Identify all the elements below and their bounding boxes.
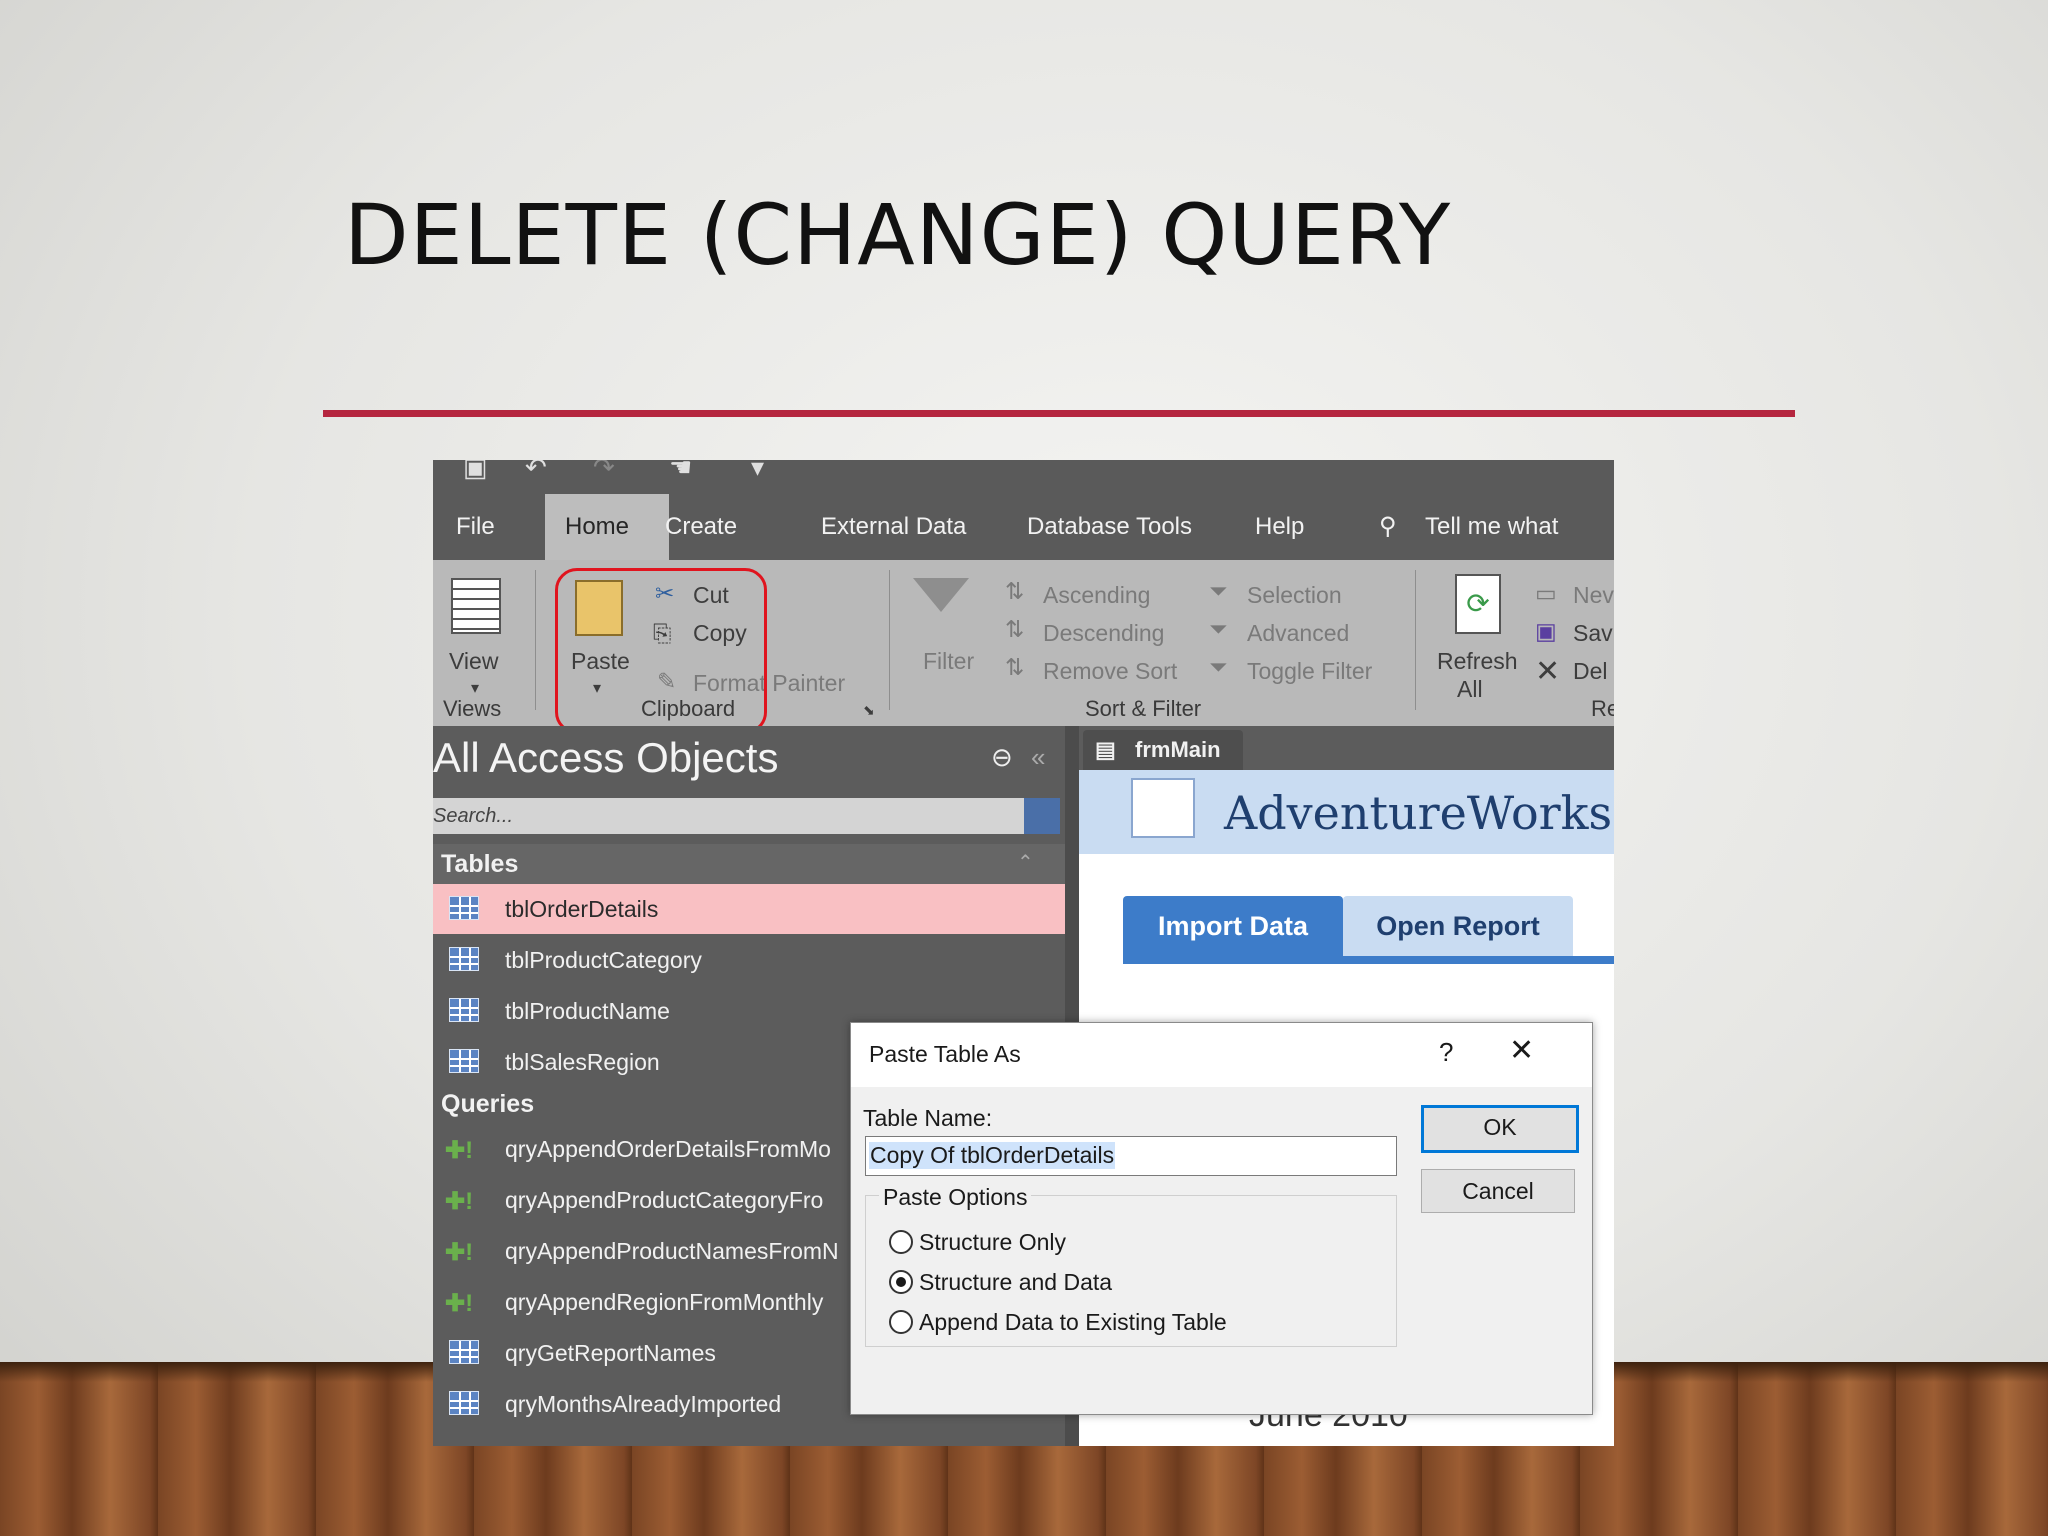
records-group-label: Re xyxy=(1591,696,1614,721)
quick-access-toolbar: ▣ ↶ ↷ ☚ ▾ xyxy=(433,460,1614,494)
sort-ascending-icon: ⇅ xyxy=(1005,578,1025,604)
redo-icon[interactable]: ↷ xyxy=(593,460,615,483)
view-dropdown-icon[interactable]: ▾ xyxy=(471,678,479,698)
search-icon[interactable] xyxy=(1024,798,1060,834)
selection-icon: ⏷ xyxy=(1209,578,1228,604)
collapse-group-icon[interactable]: ⌃ xyxy=(1017,850,1034,875)
form-icon: ▤ xyxy=(1095,737,1116,762)
cancel-button[interactable]: Cancel xyxy=(1421,1169,1575,1213)
tab-frmMain[interactable]: ▤ frmMain xyxy=(1083,730,1243,770)
refresh-icon[interactable]: ⟳ xyxy=(1455,574,1501,634)
tab-underline xyxy=(1123,956,1614,964)
toggle-filter-button[interactable]: Toggle Filter xyxy=(1247,658,1372,685)
table-name-label: Table Name: xyxy=(863,1105,993,1131)
view-icon[interactable] xyxy=(451,578,501,634)
select-query-icon xyxy=(449,1391,479,1415)
new-record-icon: ▭ xyxy=(1535,580,1557,606)
nav-search-input[interactable]: Search... xyxy=(433,798,1024,834)
append-query-icon: ✚! xyxy=(445,1188,474,1215)
radio-label[interactable]: Append Data to Existing Table xyxy=(919,1309,1227,1336)
tab-help[interactable]: Help xyxy=(1235,494,1324,560)
delete-icon: ✕ xyxy=(1535,655,1561,688)
dialog-titlebar: Paste Table As ? ✕ xyxy=(851,1023,1592,1087)
filter-icon[interactable] xyxy=(913,578,969,612)
toggle-filter-icon: ⏷ xyxy=(1209,654,1228,680)
form-logo-icon xyxy=(1131,778,1195,838)
customize-toolbar-icon[interactable]: ▾ xyxy=(751,460,764,483)
refresh-all-label[interactable]: All xyxy=(1457,676,1483,703)
nav-pane-title: All Access Objects xyxy=(433,734,779,781)
tab-import-data[interactable]: Import Data xyxy=(1123,896,1343,956)
table-icon xyxy=(449,896,479,920)
sort-filter-group-label: Sort & Filter xyxy=(1085,696,1202,721)
radio-structure-and-data[interactable] xyxy=(889,1270,913,1294)
tables-section-header[interactable]: Tables ⌃ xyxy=(433,844,1065,884)
radio-label[interactable]: Structure and Data xyxy=(919,1269,1112,1296)
highlight-circle xyxy=(555,568,767,734)
append-query-icon: ✚! xyxy=(445,1239,474,1266)
nav-item-tblOrderDetails[interactable]: tblOrderDetails xyxy=(433,884,1065,934)
paste-options-label: Paste Options xyxy=(879,1184,1032,1211)
help-button[interactable]: ? xyxy=(1439,1037,1453,1068)
tab-file[interactable]: File xyxy=(436,494,515,560)
remove-sort-button[interactable]: Remove Sort xyxy=(1043,658,1177,685)
queries-section-header[interactable]: Queries xyxy=(441,1090,534,1119)
remove-sort-icon: ⇅ xyxy=(1005,654,1025,680)
ascending-button[interactable]: Ascending xyxy=(1043,582,1150,609)
refresh-button[interactable]: Refresh xyxy=(1437,648,1518,675)
dialog-title: Paste Table As xyxy=(869,1041,1021,1067)
append-query-icon: ✚! xyxy=(445,1137,474,1164)
tables-header-label: Tables xyxy=(441,850,519,878)
append-query-icon: ✚! xyxy=(445,1290,474,1317)
selection-button[interactable]: Selection xyxy=(1247,582,1342,609)
ribbon: View ▾ Views Paste ▾ ✂ Cut ⎘ Copy ✎ Form… xyxy=(433,560,1614,734)
tell-me-box[interactable]: Tell me what you xyxy=(1405,494,1614,606)
delete-record-button[interactable]: Del xyxy=(1573,658,1608,685)
radio-structure-only[interactable] xyxy=(889,1230,913,1254)
slide-title: DELETE (CHANGE) QUERY xyxy=(344,186,1452,284)
save-record-button[interactable]: Sav xyxy=(1573,620,1613,647)
table-icon xyxy=(449,947,479,971)
form-title: AdventureWorks xyxy=(1224,786,1613,840)
advanced-filter-icon: ⏷ xyxy=(1209,616,1228,642)
separator xyxy=(889,570,890,710)
save-record-icon: ▣ xyxy=(1535,618,1557,644)
save-icon[interactable]: ▣ xyxy=(463,460,488,483)
table-name-input[interactable]: Copy Of tblOrderDetails xyxy=(865,1136,1397,1176)
sort-descending-icon: ⇅ xyxy=(1005,616,1025,642)
descending-button[interactable]: Descending xyxy=(1043,620,1164,647)
undo-icon[interactable]: ↶ xyxy=(525,460,547,483)
table-icon xyxy=(449,1049,479,1073)
tab-external-data[interactable]: External Data xyxy=(801,494,986,560)
paste-table-as-dialog: Paste Table As ? ✕ Table Name: Copy Of t… xyxy=(850,1022,1593,1415)
select-query-icon xyxy=(449,1340,479,1364)
document-tab-bar: ▤ frmMain xyxy=(1079,726,1614,770)
filter-button[interactable]: Filter xyxy=(923,648,974,675)
new-record-button[interactable]: Nev xyxy=(1573,582,1614,609)
separator xyxy=(1415,570,1416,710)
tab-create[interactable]: Create xyxy=(645,494,757,560)
form-header: AdventureWorks xyxy=(1079,770,1614,854)
nav-item-tblProductCategory[interactable]: tblProductCategory xyxy=(433,935,1065,985)
views-group-label: Views xyxy=(443,696,502,721)
table-icon xyxy=(449,998,479,1022)
radio-append-data[interactable] xyxy=(889,1310,913,1334)
advanced-button[interactable]: Advanced xyxy=(1247,620,1349,647)
touch-mode-icon[interactable]: ☚ xyxy=(669,460,692,483)
tab-open-report[interactable]: Open Report xyxy=(1343,896,1573,956)
dialog-launcher-icon[interactable]: ⬊ xyxy=(863,702,875,719)
nav-menu-icon[interactable]: ⊖ xyxy=(991,742,1013,773)
close-icon[interactable]: ✕ xyxy=(1509,1033,1534,1068)
view-button[interactable]: View xyxy=(449,648,498,675)
title-rule xyxy=(323,410,1795,417)
radio-label[interactable]: Structure Only xyxy=(919,1229,1066,1256)
tab-database-tools[interactable]: Database Tools xyxy=(1007,494,1212,560)
collapse-pane-icon[interactable]: « xyxy=(1031,742,1045,773)
ribbon-tabs: File Home Create External Data Database … xyxy=(433,494,1614,606)
separator xyxy=(535,570,536,710)
ok-button[interactable]: OK xyxy=(1421,1105,1579,1153)
table-name-value: Copy Of tblOrderDetails xyxy=(869,1142,1116,1169)
